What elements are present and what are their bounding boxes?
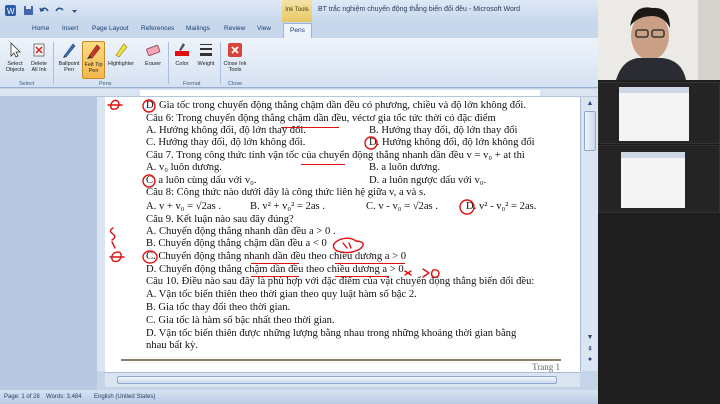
footer-divider bbox=[121, 359, 561, 361]
document-title: BT trắc nghiệm chuyển động thẳng biến đổ… bbox=[318, 6, 521, 13]
presenter-image bbox=[598, 0, 720, 80]
vertical-ruler[interactable] bbox=[97, 97, 105, 371]
language-indicator[interactable]: English (United States) bbox=[94, 394, 155, 400]
close-icon bbox=[228, 43, 242, 57]
highlighter-label: Highlighter bbox=[107, 61, 135, 67]
previous-page-icon[interactable]: ⇞ bbox=[584, 345, 596, 355]
title-bar: W Ink Tools BT trắc nghiệm chuyển động t… bbox=[0, 0, 598, 22]
delete-all-ink-button[interactable]: Delete All Ink bbox=[28, 41, 50, 79]
eraser-button[interactable]: Eraser bbox=[142, 41, 164, 79]
select-browse-object-icon[interactable]: ● bbox=[584, 355, 596, 365]
tab-insert[interactable]: Insert bbox=[62, 25, 78, 32]
felt-tip-pen-label: Felt Tip Pen bbox=[84, 62, 103, 74]
color-palette-icon bbox=[175, 43, 189, 56]
webcam-panel-empty bbox=[598, 214, 720, 404]
ink-annotations bbox=[107, 99, 475, 278]
ballpoint-pen-button[interactable]: Ballpoint Pen bbox=[57, 41, 81, 79]
format-group-label: Format bbox=[183, 81, 201, 87]
save-icon[interactable] bbox=[22, 4, 35, 17]
word-count[interactable]: Words: 3,484 bbox=[46, 394, 82, 400]
page-count[interactable]: Page: 1 of 28 bbox=[4, 394, 40, 400]
participant-window-image bbox=[619, 87, 689, 141]
tab-mailings[interactable]: Mailings bbox=[186, 25, 210, 32]
participant-window-image bbox=[621, 152, 685, 208]
select-objects-label: Select Objects bbox=[5, 61, 25, 73]
line-weight-icon bbox=[200, 44, 212, 56]
ballpoint-pen-icon bbox=[63, 43, 76, 58]
group-separator bbox=[168, 42, 169, 84]
highlighter-icon bbox=[115, 43, 128, 58]
tab-review[interactable]: Review bbox=[224, 25, 245, 32]
ink-circle bbox=[364, 136, 378, 150]
redo-icon[interactable] bbox=[53, 4, 66, 17]
scroll-thumb[interactable] bbox=[584, 111, 596, 151]
ribbon-tabs: Home Insert Page Layout References Maili… bbox=[0, 22, 598, 38]
ink-circle bbox=[142, 99, 156, 113]
eraser-icon bbox=[146, 44, 161, 57]
color-label: Color bbox=[175, 61, 189, 67]
felt-tip-pen-button[interactable]: Felt Tip Pen bbox=[82, 41, 105, 79]
close-group-label: Close bbox=[228, 81, 243, 87]
felt-tip-pen-icon bbox=[86, 44, 100, 59]
presenter-webcam bbox=[598, 0, 720, 80]
cursor-icon bbox=[10, 42, 21, 58]
weight-button[interactable]: Weight bbox=[195, 41, 217, 79]
delete-all-ink-label: Delete All Ink bbox=[31, 61, 47, 73]
weight-label: Weight bbox=[197, 61, 215, 67]
tab-view[interactable]: View bbox=[257, 25, 271, 32]
ink-loop bbox=[332, 237, 364, 254]
word-logo-icon[interactable]: W bbox=[4, 4, 17, 17]
tab-references[interactable]: References bbox=[141, 25, 174, 32]
undo-icon[interactable] bbox=[38, 4, 51, 17]
pens-group-label: Pens bbox=[99, 81, 112, 87]
eraser-label: Eraser bbox=[144, 61, 162, 67]
ruler-text-area bbox=[140, 90, 540, 96]
scroll-up-icon[interactable]: ▲ bbox=[584, 99, 596, 109]
close-ink-tools-label: Close Ink Tools bbox=[223, 61, 247, 73]
horizontal-ruler[interactable] bbox=[0, 89, 598, 97]
ink-circle bbox=[142, 250, 158, 264]
delete-ink-icon bbox=[33, 43, 45, 57]
participant-tile bbox=[598, 145, 720, 213]
ink-circle bbox=[459, 199, 475, 215]
tab-home[interactable]: Home bbox=[32, 25, 49, 32]
tab-pens[interactable]: Pens bbox=[283, 23, 312, 38]
customize-toolbar-icon[interactable] bbox=[68, 4, 81, 17]
ballpoint-pen-label: Ballpoint Pen bbox=[58, 61, 80, 73]
ink-mark bbox=[111, 241, 116, 249]
ink-cross bbox=[404, 270, 412, 276]
ink-zero bbox=[430, 269, 440, 278]
scroll-thumb[interactable] bbox=[117, 376, 557, 384]
horizontal-scrollbar[interactable] bbox=[105, 372, 580, 387]
select-objects-button[interactable]: Select Objects bbox=[3, 41, 27, 79]
word-window: W Ink Tools BT trắc nghiệm chuyển động t… bbox=[0, 0, 598, 404]
ink-scribble bbox=[342, 242, 352, 249]
highlighter-button[interactable]: Highlighter bbox=[107, 41, 135, 79]
scroll-down-icon[interactable]: ▼ bbox=[584, 333, 596, 343]
document-margin-area bbox=[0, 97, 97, 390]
color-button[interactable]: Color bbox=[171, 41, 193, 79]
status-bar: Page: 1 of 28 Words: 3,484 English (Unit… bbox=[0, 390, 598, 404]
svg-text:W: W bbox=[7, 7, 15, 16]
ribbon: Select Objects Delete All Ink Ballpoint … bbox=[0, 38, 598, 88]
ink-gt-sign bbox=[422, 268, 430, 278]
select-group-label: Select bbox=[19, 81, 35, 87]
group-separator bbox=[220, 42, 221, 84]
document-page[interactable]: D. Gia tốc trong chuyển động thẳng chậm … bbox=[105, 97, 580, 372]
participant-tile bbox=[598, 82, 720, 144]
ink-tools-context-tab: Ink Tools bbox=[282, 0, 312, 22]
page-number: Trang 1 bbox=[532, 362, 560, 372]
tab-page-layout[interactable]: Page Layout bbox=[92, 25, 129, 32]
group-separator bbox=[53, 42, 54, 84]
ink-mark-s bbox=[109, 227, 116, 241]
vertical-scrollbar[interactable]: ▲ ▼ ⇞ ● bbox=[580, 97, 598, 371]
ink-circle bbox=[142, 174, 156, 188]
close-ink-tools-button[interactable]: Close Ink Tools bbox=[223, 41, 247, 79]
